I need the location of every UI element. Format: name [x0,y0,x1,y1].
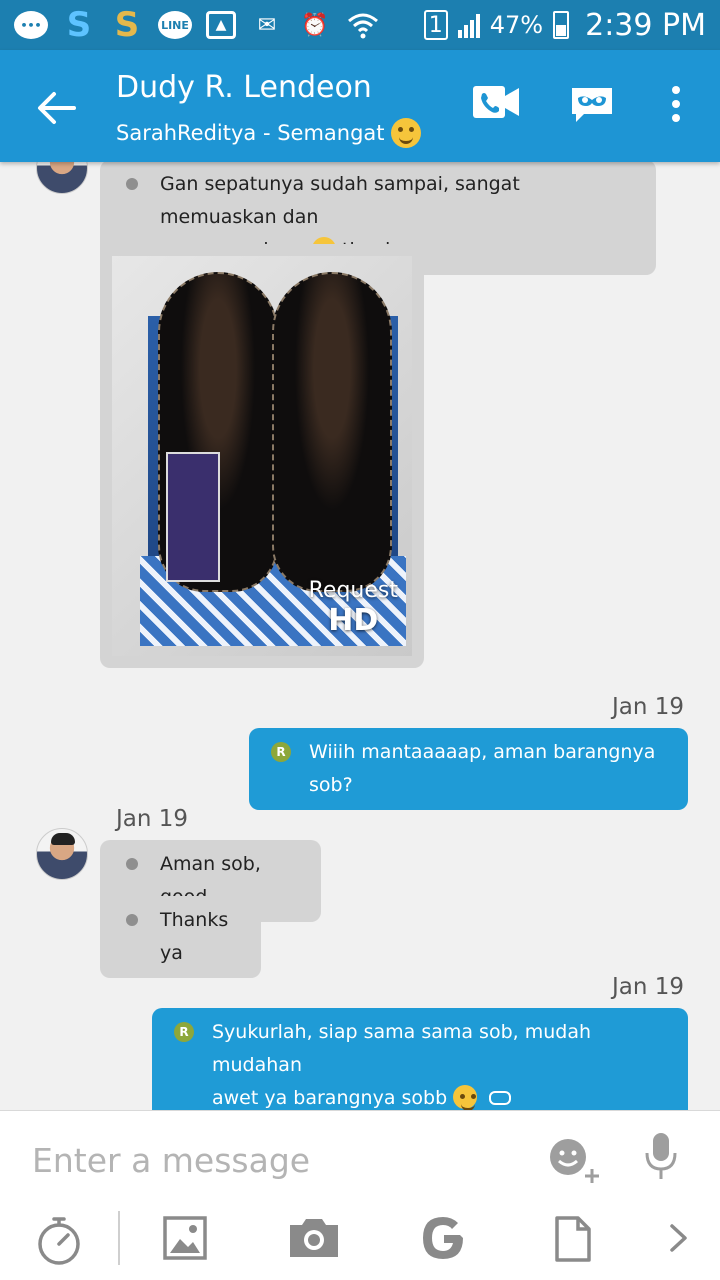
message-text: Gan sepatunya sudah sampai, sangat memua… [160,173,520,228]
right-shoe [272,272,392,592]
camera-icon[interactable] [288,1215,340,1259]
back-arrow-icon[interactable] [34,86,78,130]
image-icon[interactable] [162,1215,208,1261]
emoji-add-icon[interactable] [548,1135,604,1185]
request-hd-label: Request [308,578,398,603]
video-call-icon[interactable] [472,84,520,120]
sim-slot-icon: 1 [423,10,448,40]
signal-icon [457,12,480,38]
message-bubble-out[interactable]: R Wiiih mantaaaaap, aman barangnya sob? [249,728,688,810]
timer-icon[interactable] [36,1215,82,1265]
file-icon[interactable] [554,1215,592,1263]
message-text-part: awet ya barangnya sobb [212,1087,448,1109]
clock: 2:39 PM [585,7,706,43]
contact-status: SarahReditya - Semangat [116,118,421,148]
s-blue-icon: S [66,5,92,45]
grin-emoji-icon [453,1085,478,1110]
contact-name[interactable]: Dudy R. Lendeon [116,70,372,105]
gallery-icon: ▲ [206,11,236,39]
alarm-icon: ⏰ [301,12,329,38]
request-hd-button[interactable]: Request HD [309,578,398,638]
avatar[interactable] [36,162,88,194]
wifi-icon [346,10,380,40]
chat-mask-icon[interactable] [570,84,614,124]
message-text: Thanks ya [160,909,229,964]
shoe-tag [166,452,220,582]
status-bar: ••• S S LINE ▲ ✉ ⏰ 1 47% 2:39 PM [0,0,720,50]
mail-icon: ✉ [257,12,277,38]
hd-label: HD [328,603,379,638]
battery-icon [553,11,570,39]
message-text: Syukurlah, siap sama sama sob, mudah mud… [212,1021,592,1076]
toolbar-divider [118,1211,120,1265]
message-text-line2: awet ya barangnya sobb [212,1082,674,1110]
message-bubble-in[interactable]: Thanks ya [100,896,261,978]
battery-percent: 47% [489,11,544,39]
chevron-right-icon[interactable] [668,1223,690,1253]
chat-header: Dudy R. Lendeon SarahReditya - Semangat [0,50,720,162]
emoji-icon [390,118,421,148]
status-text: SarahReditya - Semangat [116,121,385,145]
shoes-photo[interactable]: Request HD [112,256,412,656]
microphone-icon[interactable] [642,1131,680,1181]
read-dot-icon [126,858,138,870]
message-bubble-out[interactable]: R Syukurlah, siap sama sama sob, mudah m… [152,1008,688,1110]
read-badge: R [174,1022,194,1042]
chat-messages[interactable]: Gan sepatunya sudah sampai, sangat memua… [0,162,720,1110]
message-date: Jan 19 [116,806,189,832]
message-composer [0,1110,720,1280]
more-icon[interactable] [666,84,686,124]
read-badge: R [271,742,291,762]
avatar[interactable] [36,828,88,880]
notification-icons: ••• S S LINE ▲ ✉ ⏰ [14,5,380,45]
sticker-icon [489,1091,512,1105]
message-date: Jan 19 [612,974,685,1000]
line-icon: LINE [158,11,192,39]
image-message[interactable]: Request HD [100,244,424,668]
message-text: Wiiih mantaaaaap, aman barangnya sob? [309,741,656,796]
google-icon[interactable] [420,1215,466,1261]
message-input[interactable] [32,1135,512,1185]
s-gold-icon: S [114,5,140,45]
message-date: Jan 19 [612,694,685,720]
read-dot-icon [126,914,138,926]
read-dot-icon [126,178,138,190]
messages-icon: ••• [14,11,48,39]
